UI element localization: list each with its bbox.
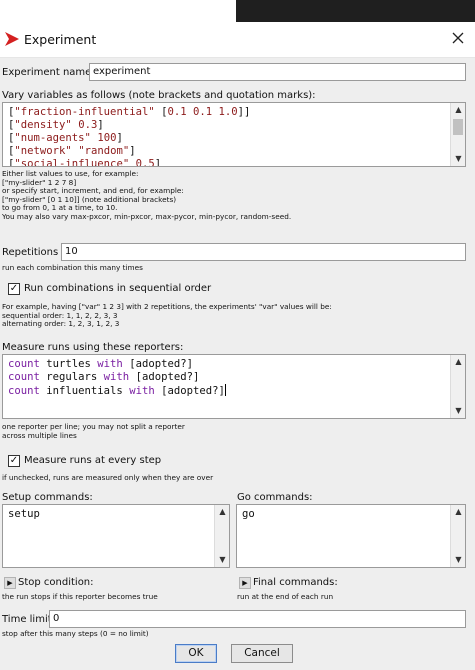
code-token: [ <box>154 106 168 118</box>
code-token: ]] <box>237 106 251 118</box>
cancel-button[interactable]: Cancel <box>231 644 293 663</box>
experiment-dialog: Experiment name experiment Vary variable… <box>0 58 475 670</box>
stop-condition-expand-icon[interactable]: ▶ <box>4 577 16 589</box>
code-token: "random" <box>78 145 130 157</box>
code-token: "fraction-influential" <box>14 106 155 118</box>
code-token: influentials <box>39 385 130 397</box>
stop-condition-help: the run stops if this reporter becomes t… <box>2 592 158 601</box>
reporters-code: count turtles with [adopted?] count regul… <box>8 358 226 398</box>
code-token: 100 <box>97 132 117 144</box>
sequential-checkbox[interactable]: ✓ <box>8 283 20 295</box>
repetitions-help: run each combination this many times <box>2 263 143 272</box>
code-token: ] <box>154 158 162 167</box>
go-commands-code: go <box>242 508 255 520</box>
netlogo-arrow-icon <box>5 32 19 46</box>
experiment-name-input[interactable]: experiment <box>89 63 466 81</box>
code-line: ["density" 0.3] <box>8 119 250 132</box>
code-line: ["network" "random"] <box>8 145 250 158</box>
experiment-name-label: Experiment name <box>2 67 92 78</box>
every-step-label: Measure runs at every step <box>24 455 162 466</box>
help-line: alternating order: 1, 2, 3, 1, 2, 3 <box>2 319 120 329</box>
ok-button[interactable]: OK <box>175 644 217 663</box>
scroll-up-arrow-icon[interactable]: ▲ <box>215 506 229 518</box>
reporters-scrollbar[interactable]: ▲ ▼ <box>450 355 465 418</box>
go-scrollbar[interactable]: ▲ ▼ <box>450 505 465 567</box>
vary-variables-code: ["fraction-influential" [0.1 0.1 1.0]] ["… <box>8 106 250 167</box>
code-token: ] <box>97 119 104 131</box>
vary-variables-editor[interactable]: ["fraction-influential" [0.1 0.1 1.0]] ["… <box>2 102 466 167</box>
setup-commands-label: Setup commands: <box>2 492 93 503</box>
code-token: "network" <box>14 145 72 157</box>
text-caret <box>224 384 226 396</box>
reporters-editor[interactable]: count turtles with [adopted?] count regul… <box>2 354 466 419</box>
scroll-up-arrow-icon[interactable]: ▲ <box>451 104 465 116</box>
reporters-label: Measure runs using these reporters: <box>2 342 184 353</box>
title-bar[interactable]: Experiment <box>0 22 475 58</box>
code-token: [adopted?] <box>154 385 225 397</box>
final-commands-expand-icon[interactable]: ▶ <box>239 577 251 589</box>
close-icon[interactable] <box>450 30 466 46</box>
scroll-down-arrow-icon[interactable]: ▼ <box>451 405 465 417</box>
code-token: count <box>8 358 40 370</box>
code-line: count regulars with [adopted?] <box>8 371 226 384</box>
help-line: You may also vary max-pxcor, min-pxcor, … <box>2 211 292 221</box>
code-token: with <box>97 358 123 370</box>
code-token: with <box>129 385 155 397</box>
code-token: ] <box>129 145 136 157</box>
code-line: count influentials with [adopted?] <box>8 384 226 398</box>
code-token: 0.3 <box>78 119 98 131</box>
reporters-help: one reporter per line; you may not split… <box>2 422 185 440</box>
time-limit-input[interactable]: 0 <box>49 610 466 628</box>
help-line: across multiple lines <box>2 430 77 440</box>
code-token: 0.5 <box>135 158 155 167</box>
code-token: count <box>8 385 40 397</box>
code-token: count <box>8 371 40 383</box>
code-line: count turtles with [adopted?] <box>8 358 226 371</box>
every-step-checkbox[interactable]: ✓ <box>8 455 20 467</box>
scroll-thumb[interactable] <box>453 119 463 135</box>
sequential-help: For example, having ["var" 1 2 3] with 2… <box>2 302 332 329</box>
background-window <box>0 0 236 22</box>
window-title: Experiment <box>24 32 97 47</box>
setup-scrollbar[interactable]: ▲ ▼ <box>214 505 229 567</box>
final-commands-help: run at the end of each run <box>237 592 334 601</box>
code-line: ["num-agents" 100] <box>8 132 250 145</box>
code-token: [adopted?] <box>122 358 193 370</box>
code-token: [adopted?] <box>129 371 200 383</box>
stop-condition-label[interactable]: Stop condition: <box>18 577 94 588</box>
code-token: 0.1 0.1 1.0 <box>167 106 238 118</box>
every-step-help: if unchecked, runs are measured only whe… <box>2 473 214 482</box>
code-token: "num-agents" <box>14 132 91 144</box>
scroll-down-arrow-icon[interactable]: ▼ <box>451 153 465 165</box>
code-token: "social-influence" <box>14 158 130 167</box>
time-limit-label: Time limit <box>2 614 52 625</box>
setup-commands-code: setup <box>8 508 40 520</box>
background-window-dark <box>236 0 475 22</box>
setup-commands-editor[interactable]: setup ▲ ▼ <box>2 504 230 568</box>
scroll-down-arrow-icon[interactable]: ▼ <box>215 554 229 566</box>
final-commands-label[interactable]: Final commands: <box>253 577 338 588</box>
go-commands-label: Go commands: <box>237 492 313 503</box>
scroll-up-arrow-icon[interactable]: ▲ <box>451 506 465 518</box>
code-token: with <box>103 371 130 383</box>
vary-variables-label: Vary variables as follows (note brackets… <box>2 90 316 101</box>
code-line: ["fraction-influential" [0.1 0.1 1.0]] <box>8 106 250 119</box>
sequential-label: Run combinations in sequential order <box>24 283 212 294</box>
time-limit-help: stop after this many steps (0 = no limit… <box>2 629 149 638</box>
scroll-up-arrow-icon[interactable]: ▲ <box>451 356 465 368</box>
vary-variables-scrollbar[interactable]: ▲ ▼ <box>450 103 465 166</box>
go-commands-editor[interactable]: go ▲ ▼ <box>236 504 466 568</box>
vary-variables-help: Either list values to use, for example:[… <box>2 169 292 222</box>
repetitions-label: Repetitions <box>2 247 59 258</box>
repetitions-input[interactable]: 10 <box>61 243 466 261</box>
code-token: "density" <box>14 119 72 131</box>
code-line: ["social-influence" 0.5] <box>8 158 250 167</box>
code-token: regulars <box>39 371 104 383</box>
code-token: ] <box>116 132 123 144</box>
scroll-down-arrow-icon[interactable]: ▼ <box>451 554 465 566</box>
code-token: turtles <box>39 358 98 370</box>
